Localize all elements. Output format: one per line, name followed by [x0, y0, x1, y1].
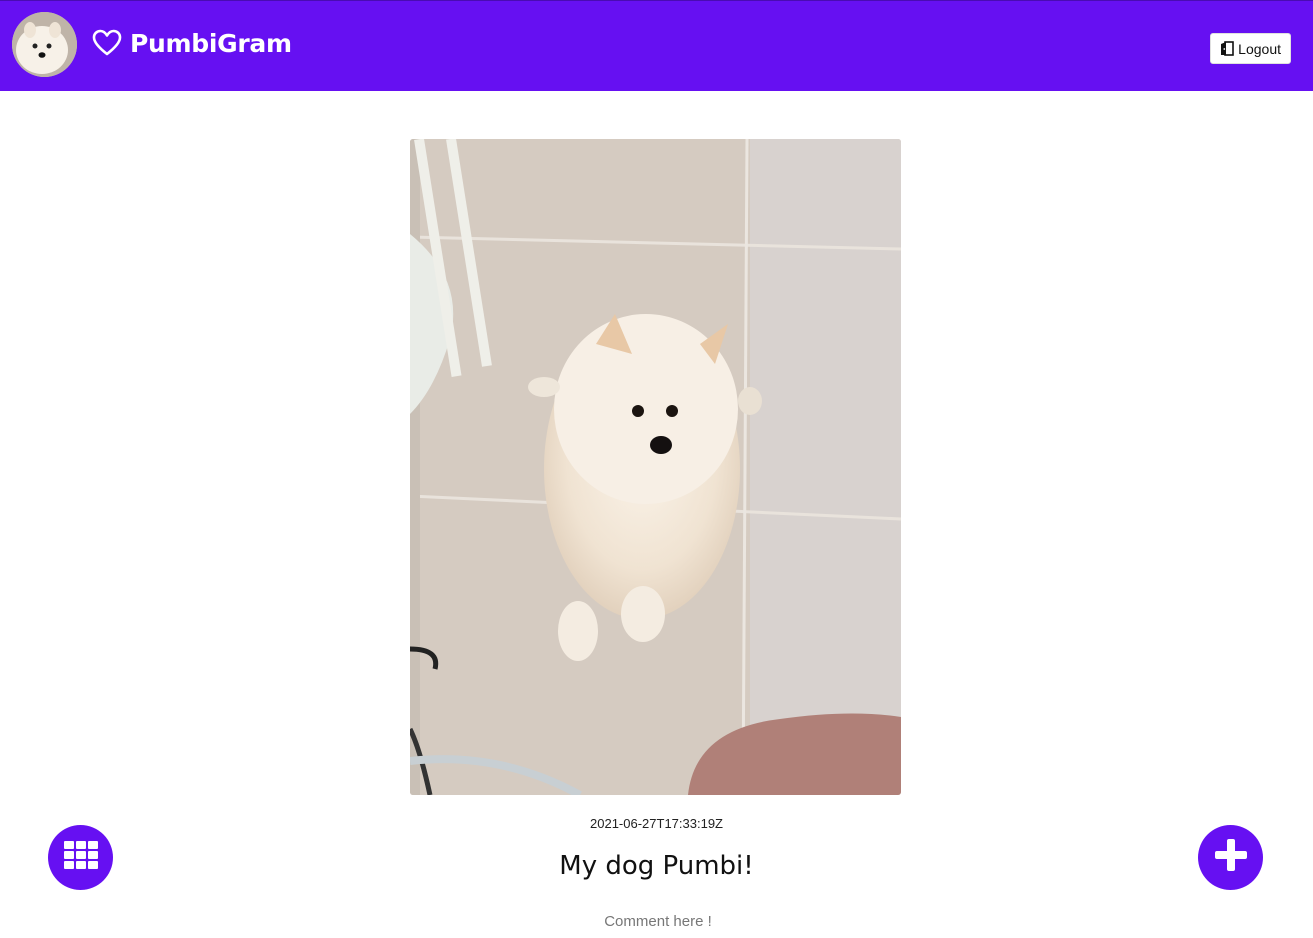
top-navbar: PumbiGram Logout [0, 0, 1313, 91]
brand-title: PumbiGram [130, 28, 292, 58]
gallery-grid-button[interactable] [48, 825, 113, 890]
post-photo [410, 139, 901, 795]
dog-avatar-icon [12, 12, 77, 77]
comment-input[interactable] [456, 905, 860, 937]
pomeranian-photo-image [410, 139, 901, 795]
post-timestamp: 2021-06-27T17:33:19Z [590, 816, 723, 831]
avatar[interactable] [12, 12, 77, 77]
add-post-button[interactable] [1198, 825, 1263, 890]
logout-label: Logout [1238, 40, 1281, 57]
grid-icon [63, 841, 98, 874]
post-caption: My dog Pumbi! [559, 851, 754, 881]
heart-icon [92, 29, 122, 57]
door-exit-icon [1220, 41, 1235, 56]
plus-icon [1214, 839, 1247, 876]
logout-button[interactable]: Logout [1210, 33, 1291, 64]
brand-link[interactable]: PumbiGram [92, 25, 292, 61]
